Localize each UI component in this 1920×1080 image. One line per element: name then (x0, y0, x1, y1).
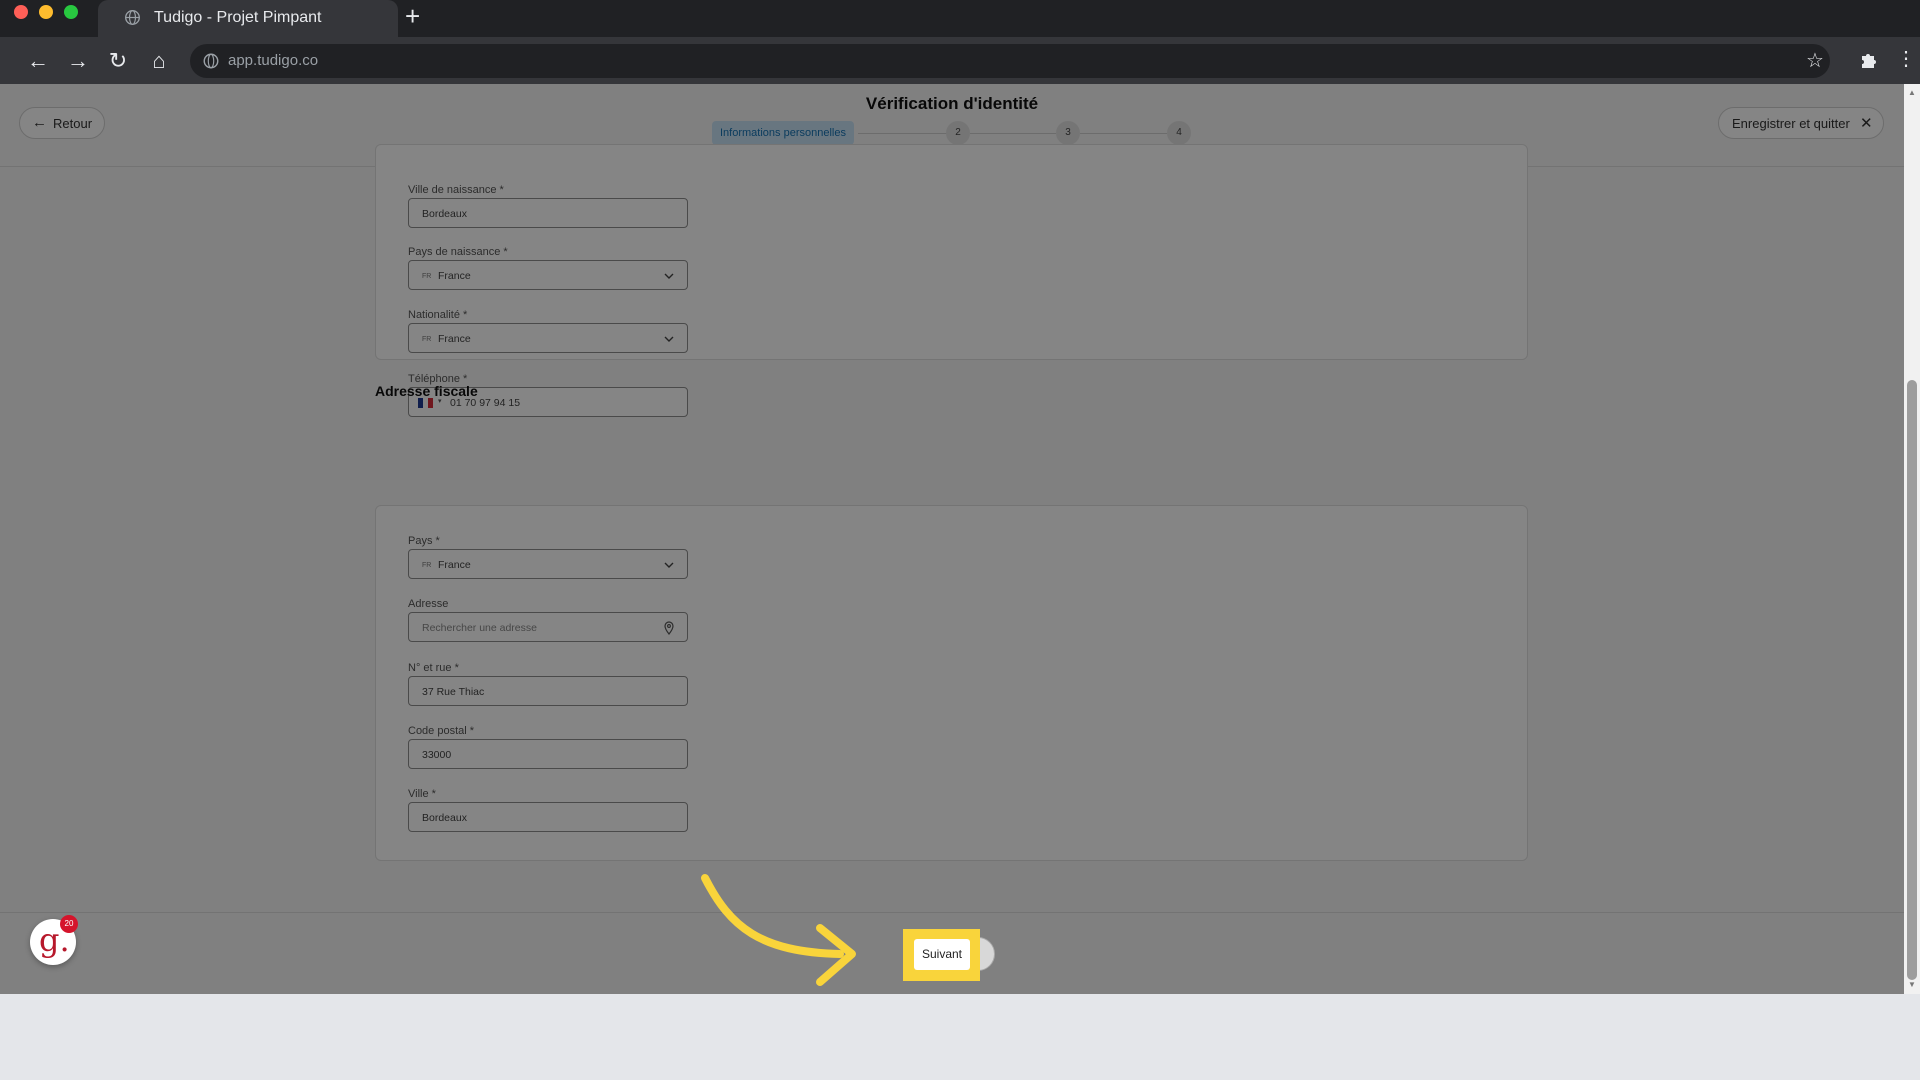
scroll-up-arrow-icon[interactable]: ▲ (1908, 88, 1916, 97)
bookmark-star-icon[interactable]: ☆ (1806, 48, 1824, 73)
dim-overlay (0, 84, 1904, 994)
next-button[interactable]: Suivant (914, 939, 970, 970)
browser-menu-icon[interactable]: ⋮ (1896, 48, 1916, 70)
brand-logo[interactable]: g. 20 (30, 915, 78, 965)
site-info-icon[interactable] (202, 52, 220, 70)
reload-icon[interactable]: ↻ (106, 49, 130, 73)
window-close-button[interactable] (14, 5, 28, 19)
globe-icon (125, 10, 140, 25)
back-arrow-icon[interactable]: ← (26, 49, 50, 73)
scrollbar-thumb[interactable] (1907, 380, 1917, 980)
new-tab-button[interactable]: + (405, 3, 420, 29)
page-scrollbar[interactable]: ▲ ▼ (1904, 84, 1920, 994)
window-minimize-button[interactable] (39, 5, 53, 19)
forward-arrow-icon[interactable]: → (66, 49, 90, 73)
tab-title: Tudigo - Projet Pimpant (154, 9, 322, 26)
home-icon[interactable]: ⌂ (147, 49, 171, 73)
browser-tab-bar: Tudigo - Projet Pimpant + (0, 0, 1920, 37)
address-bar[interactable]: app.tudigo.co (190, 44, 1830, 78)
annotation-arrow-icon (701, 874, 856, 986)
notification-badge: 20 (60, 915, 78, 933)
browser-toolbar: ← → ↻ ⌂ app.tudigo.co ☆ ⋮ (0, 37, 1920, 84)
extensions-puzzle-icon[interactable] (1858, 48, 1882, 72)
browser-tab[interactable]: Tudigo - Projet Pimpant (98, 0, 398, 37)
window-maximize-button[interactable] (64, 5, 78, 19)
url-text: app.tudigo.co (228, 52, 319, 69)
page-viewport: ← Retour Vérification d'identité Informa… (0, 84, 1904, 994)
scroll-down-arrow-icon[interactable]: ▼ (1908, 980, 1916, 989)
